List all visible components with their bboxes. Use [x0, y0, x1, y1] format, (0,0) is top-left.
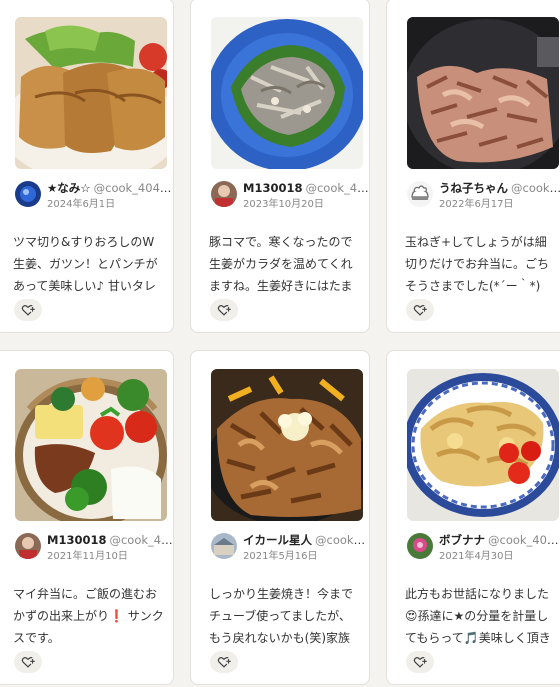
author-info[interactable]: M130018@cook_40215 2021年11月10日	[15, 531, 173, 569]
author-name[interactable]: ★なみ☆	[47, 181, 91, 195]
dish-photo[interactable]	[15, 17, 167, 169]
author-info[interactable]: M130018@cook_40215 2023年10月20日	[211, 179, 369, 217]
post-date: 2021年11月10日	[47, 551, 128, 562]
author-name-line[interactable]: うね子ちゃん@cook_4095	[439, 181, 560, 196]
author-info[interactable]: ★なみ☆ @cook_40473 2024年6月1日	[15, 179, 173, 217]
post-date: 2024年6月1日	[47, 199, 116, 210]
author-name[interactable]: ボブナナ	[439, 533, 485, 547]
dish-photo[interactable]	[211, 369, 363, 521]
author-name[interactable]: M130018	[47, 533, 106, 547]
tsukurepo-grid: ★なみ☆ @cook_40473 2024年6月1日 ツマ切り&すりおろしのW生姜…	[0, 0, 560, 687]
dish-photo[interactable]	[15, 369, 167, 521]
post-date: 2021年4月30日	[439, 551, 514, 562]
like-button[interactable]	[406, 299, 434, 321]
author-name-line[interactable]: イカール星人@cook_4093	[243, 533, 369, 548]
heart-plus-icon	[413, 656, 427, 668]
author-id: @cook_40215	[305, 181, 369, 195]
heart-plus-icon	[413, 304, 427, 316]
post-date: 2022年6月17日	[439, 199, 514, 210]
like-button[interactable]	[210, 651, 238, 673]
report-comment[interactable]: しっかり生姜焼き！今までチューブ使ってましたが、もう戻れないかも(笑)家族でハマ…	[209, 583, 361, 649]
dish-photo[interactable]	[407, 369, 559, 521]
author-name[interactable]: うね子ちゃん	[439, 181, 508, 195]
report-comment[interactable]: 此方もお世話になりました😍孫達に★の分量を計量してもらって🎵美味しく頂きました💞	[405, 583, 557, 649]
author-id: @cook_4093	[315, 533, 369, 547]
recipe-report-card[interactable]: M130018@cook_40215 2021年11月10日 マイ弁当に。ご飯の…	[0, 350, 174, 685]
dish-photo[interactable]	[211, 17, 363, 169]
like-button[interactable]	[14, 299, 42, 321]
post-date: 2023年10月20日	[243, 199, 324, 210]
report-comment[interactable]: マイ弁当に。ご飯の進むおかずの出来上がり❗ サンクスです。	[13, 583, 165, 649]
author-id: @cook_40201	[488, 533, 560, 547]
author-id: @cook_40215	[109, 533, 173, 547]
author-info[interactable]: うね子ちゃん@cook_4095 2022年6月17日	[407, 179, 560, 217]
heart-plus-icon	[21, 656, 35, 668]
report-comment[interactable]: ツマ切り&すりおろしのW生姜、ガツン！とパンチがあって美味しい♪ 甘いタレの中に…	[13, 231, 165, 297]
avatar[interactable]	[407, 533, 433, 559]
author-name-line[interactable]: ボブナナ@cook_40201	[439, 533, 560, 548]
dish-photo[interactable]	[407, 17, 559, 169]
author-name[interactable]: M130018	[243, 181, 302, 195]
author-name-line[interactable]: M130018@cook_40215	[47, 533, 173, 548]
report-comment[interactable]: 玉ねぎ+してしょうがは細切りだけでお弁当に。ごちそうさまでした(*´ー｀*)	[405, 231, 557, 297]
avatar[interactable]	[15, 181, 41, 207]
author-info[interactable]: ボブナナ@cook_40201 2021年4月30日	[407, 531, 560, 569]
recipe-report-card[interactable]: うね子ちゃん@cook_4095 2022年6月17日 玉ねぎ+してしょうがは細…	[386, 0, 560, 333]
like-button[interactable]	[406, 651, 434, 673]
heart-plus-icon	[21, 304, 35, 316]
report-comment[interactable]: 豚コマで。寒くなったので生姜がカラダを温めてくれますね。生姜好きにはたまらないレ…	[209, 231, 361, 297]
avatar[interactable]	[15, 533, 41, 559]
avatar[interactable]	[407, 181, 433, 207]
recipe-report-card[interactable]: ★なみ☆ @cook_40473 2024年6月1日 ツマ切り&すりおろしのW生姜…	[0, 0, 174, 333]
like-button[interactable]	[14, 651, 42, 673]
author-name-line[interactable]: M130018@cook_40215	[243, 181, 369, 196]
author-name-line[interactable]: ★なみ☆ @cook_40473	[47, 181, 173, 196]
recipe-report-card[interactable]: ボブナナ@cook_40201 2021年4月30日 此方もお世話になりました😍…	[386, 350, 560, 685]
author-id: @cook_40473	[93, 181, 173, 195]
author-name[interactable]: イカール星人	[243, 533, 312, 547]
recipe-report-card[interactable]: M130018@cook_40215 2023年10月20日 豚コマで。寒くなっ…	[190, 0, 370, 333]
heart-plus-icon	[217, 656, 231, 668]
post-date: 2021年5月16日	[243, 551, 318, 562]
heart-plus-icon	[217, 304, 231, 316]
recipe-report-card[interactable]: イカール星人@cook_4093 2021年5月16日 しっかり生姜焼き！今まで…	[190, 350, 370, 685]
like-button[interactable]	[210, 299, 238, 321]
author-info[interactable]: イカール星人@cook_4093 2021年5月16日	[211, 531, 369, 569]
avatar[interactable]	[211, 533, 237, 559]
avatar[interactable]	[211, 181, 237, 207]
author-id: @cook_4095	[511, 181, 560, 195]
